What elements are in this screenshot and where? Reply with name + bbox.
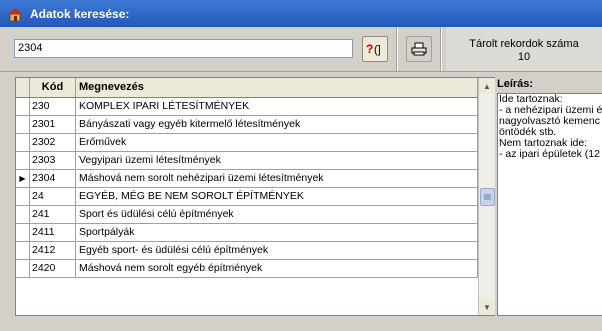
column-header-name[interactable]: Megnevezés [76,78,478,97]
code-cell[interactable]: 241 [30,206,76,223]
svg-text:?: ? [366,42,373,56]
house-icon [8,7,22,21]
name-cell[interactable]: Egyéb sport- és üdülési célú építmények [76,242,478,259]
search-input[interactable]: 2304 [14,39,353,58]
grid-rows: 230 KOMPLEX IPARI LÉTESÍTMÉNYEK 2301 Bán… [16,98,478,278]
record-count-value: 10 [517,51,531,63]
name-cell[interactable]: Sport és üdülési célú építmények [76,206,478,223]
row-indicator [16,116,30,133]
code-cell[interactable]: 2412 [30,242,76,259]
description-text[interactable]: Ide tartoznak: - a nehézipari üzemi é na… [497,93,602,316]
record-count-panel: Tárolt rekordok száma 10 [446,27,602,71]
grid-header: Kód Megnevezés [16,78,478,98]
scroll-down-arrow-icon[interactable]: ▼ [479,299,495,315]
description-line: - az ipari épületek (12 [499,148,600,160]
record-count-label: Tárolt rekordok száma [469,38,579,50]
description-panel: Leírás: Ide tartoznak: - a nehézipari üz… [497,77,602,316]
row-indicator [16,134,30,151]
row-indicator [16,224,30,241]
code-cell[interactable]: 2304 [30,170,76,187]
search-help-button[interactable]: ? (] [362,36,388,62]
table-row[interactable]: 2301 Bányászati vagy egyéb kitermelő lét… [16,116,478,134]
scrollbar-thumb[interactable] [480,188,495,206]
name-cell[interactable]: EGYÉB, MÉG BE NEM SOROLT ÉPÍTMÉNYEK [76,188,478,205]
row-indicator [16,188,30,205]
table-row[interactable]: 24 EGYÉB, MÉG BE NEM SOROLT ÉPÍTMÉNYEK [16,188,478,206]
name-cell[interactable]: Erőművek [76,134,478,151]
toolbar: 2304 ? (] Tárolt rekordok száma 10 [0,27,602,72]
toolbar-separator [396,27,398,71]
printer-icon [411,42,427,56]
search-query-icon: ? (] [366,42,381,56]
print-button[interactable] [406,36,432,62]
table-row[interactable]: 2412 Egyéb sport- és üdülési célú építmé… [16,242,478,260]
name-cell[interactable]: Bányászati vagy egyéb kitermelő létesítm… [76,116,478,133]
code-cell[interactable]: 230 [30,98,76,115]
code-cell[interactable]: 2302 [30,134,76,151]
code-cell[interactable]: 2301 [30,116,76,133]
description-label: Leírás: [497,78,534,90]
row-indicator [16,206,30,223]
code-cell[interactable]: 24 [30,188,76,205]
table-row-current[interactable]: ▶ 2304 Máshová nem sorolt nehézipari üze… [16,170,478,188]
svg-text:(]: (] [374,44,381,56]
name-cell[interactable]: Máshová nem sorolt nehézipari üzemi léte… [76,170,478,187]
name-cell[interactable]: Máshová nem sorolt egyéb építmények [76,260,478,277]
name-cell[interactable]: Sportpályák [76,224,478,241]
row-indicator [16,260,30,277]
window-title: Adatok keresése: [30,6,130,21]
table-row[interactable]: 2302 Erőművek [16,134,478,152]
code-cell[interactable]: 2303 [30,152,76,169]
table-row[interactable]: 2303 Vegyipari üzemi létesítmények [16,152,478,170]
name-cell[interactable]: KOMPLEX IPARI LÉTESÍTMÉNYEK [76,98,478,115]
row-indicator-header [16,78,30,97]
toolbar-separator [440,27,442,71]
row-indicator [16,98,30,115]
table-row[interactable]: 241 Sport és üdülési célú építmények [16,206,478,224]
title-bar: Adatok keresése: [0,0,602,27]
current-row-pointer-icon: ▶ [16,170,30,187]
name-cell[interactable]: Vegyipari üzemi létesítmények [76,152,478,169]
row-indicator [16,152,30,169]
table-row[interactable]: 2411 Sportpályák [16,224,478,242]
column-header-code[interactable]: Kód [30,78,76,97]
table-row[interactable]: 2420 Máshová nem sorolt egyéb építmények [16,260,478,278]
code-cell[interactable]: 2420 [30,260,76,277]
table-row[interactable]: 230 KOMPLEX IPARI LÉTESÍTMÉNYEK [16,98,478,116]
scroll-up-arrow-icon[interactable]: ▲ [479,78,495,94]
grid-vertical-scrollbar[interactable]: ▲ ▼ [478,78,495,315]
code-cell[interactable]: 2411 [30,224,76,241]
grip-icon [484,194,491,200]
data-grid[interactable]: Kód Megnevezés 230 KOMPLEX IPARI LÉTESÍT… [15,77,495,316]
row-indicator [16,242,30,259]
